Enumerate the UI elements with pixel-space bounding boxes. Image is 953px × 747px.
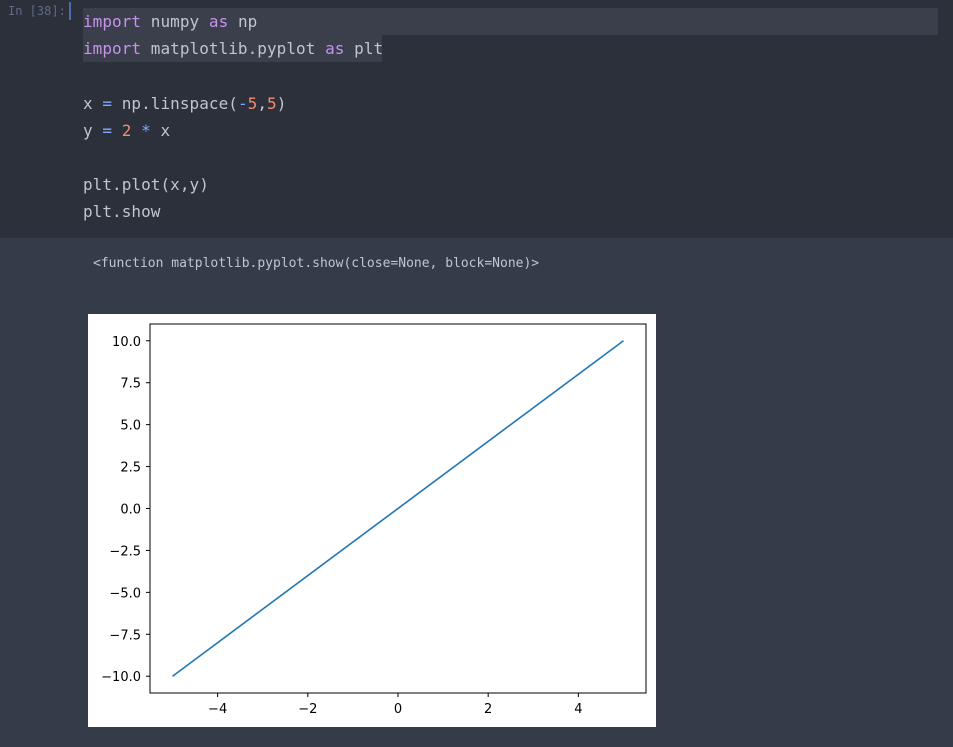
cell-focus-indicator [69, 2, 71, 20]
code-token: 5 [247, 94, 258, 113]
x-tick-label: −4 [208, 702, 227, 717]
plot-figure: −4 −2 0 2 4 10.0 7.5 5.0 2.5 0.0 −2.5 −5.0 −7.5 −10.0 [88, 314, 656, 727]
code-line[interactable]: plt.show [83, 198, 160, 225]
x-tick-label: 0 [394, 702, 402, 717]
code-token: - [237, 94, 248, 113]
code-token: as [325, 39, 345, 58]
code-token: matplotlib.pyplot [141, 39, 326, 58]
code-token: numpy [141, 12, 209, 31]
code-cell-input[interactable]: In [38]: import numpy as np import matplo… [0, 0, 953, 238]
code-token: as [208, 12, 229, 31]
code-token: plt [344, 39, 384, 58]
code-token: y [83, 121, 103, 140]
y-tick-label: −2.5 [109, 544, 141, 559]
code-line[interactable]: x = np.linspace(-5,5) [83, 90, 286, 117]
x-tick-label: 4 [574, 702, 582, 717]
code-token: x [150, 121, 171, 140]
y-tick-label: 0.0 [120, 503, 141, 518]
code-line[interactable]: y = 2 * x [83, 117, 170, 144]
code-token: = [102, 94, 113, 113]
y-tick-label: 7.5 [120, 377, 141, 392]
series-line [172, 340, 624, 677]
code-token: np [228, 12, 258, 31]
y-tick-label: −10.0 [101, 670, 141, 685]
y-tick-label: −5.0 [109, 586, 141, 601]
code-token: plt.show [83, 202, 161, 221]
code-token: = [102, 121, 113, 140]
line-chart: −4 −2 0 2 4 10.0 7.5 5.0 2.5 0.0 −2.5 −5.0 −7.5 −10.0 [101, 323, 647, 717]
output-text: <function matplotlib.pyplot.show(close=N… [93, 256, 540, 271]
code-token: * [141, 121, 151, 140]
code-token: , [257, 94, 268, 113]
y-tick-label: 10.0 [112, 335, 141, 350]
x-tick-label: −2 [298, 702, 317, 717]
code-token: ) [276, 94, 287, 113]
cell-prompt: In [38]: [8, 4, 66, 18]
code-line[interactable]: import numpy as np [83, 8, 257, 35]
code-token: import [83, 39, 142, 58]
code-line[interactable]: plt.plot(x,y) [83, 171, 209, 198]
code-token: x [83, 94, 103, 113]
code-token: plt.plot(x,y) [83, 175, 209, 194]
y-tick-label: −7.5 [109, 628, 141, 643]
code-token: 5 [267, 94, 277, 113]
code-token: import [83, 12, 142, 31]
code-token: 2 [121, 121, 132, 140]
x-tick-label: 2 [484, 702, 492, 717]
code-line[interactable]: import matplotlib.pyplot as plt [83, 35, 383, 62]
y-tick-label: 2.5 [120, 461, 141, 476]
code-token: np.linspace( [112, 94, 238, 113]
y-tick-label: 5.0 [120, 419, 141, 434]
